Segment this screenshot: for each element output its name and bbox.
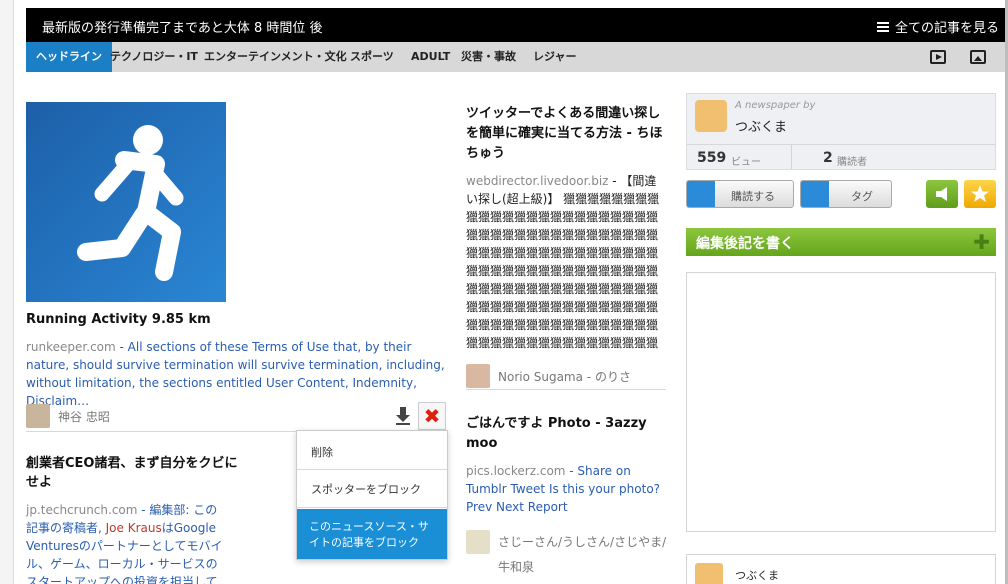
divider xyxy=(687,144,995,145)
tab-sports[interactable]: スポーツ xyxy=(350,42,394,72)
avatar[interactable] xyxy=(26,404,50,428)
views-label: ビュー xyxy=(731,157,761,168)
status-bar: 最新版の発行準備完了まであと大体 8 時間位 後 全ての記事を見る xyxy=(26,8,1008,42)
download-icon[interactable] xyxy=(396,407,410,425)
article-source[interactable]: jp.techcrunch.com xyxy=(26,503,137,517)
subscribe-button[interactable]: 購読する xyxy=(686,180,794,208)
tab-headline[interactable]: ヘッドライン xyxy=(26,42,112,72)
divider xyxy=(791,145,792,169)
article-title-ceo[interactable]: 創業者CEO諸君、まず自分をクビにせよ xyxy=(26,454,246,492)
author-name[interactable]: つぶくま xyxy=(735,116,787,135)
tab-technology[interactable]: テクノロジー・IT xyxy=(110,42,198,72)
category-nav: ヘッドライン テクノロジー・IT エンターテインメント・文化 スポーツ ADUL… xyxy=(26,42,1008,72)
article-source[interactable]: pics.lockerz.com xyxy=(466,464,565,478)
mail-icon xyxy=(687,181,715,207)
article-excerpt-twitter: webdirector.livedoor.biz - 【間違い探し(超上級)】 … xyxy=(466,172,666,352)
plus-icon: ✚ xyxy=(973,230,990,254)
article-source[interactable]: runkeeper.com xyxy=(26,340,116,354)
tab-entertainment[interactable]: エンターテインメント・文化 xyxy=(204,42,347,72)
article-excerpt-running: runkeeper.com - All sections of these Te… xyxy=(26,338,446,410)
views-count: 559 xyxy=(697,150,727,166)
menu-delete[interactable]: 削除 xyxy=(297,444,447,460)
divider xyxy=(297,469,447,470)
star-icon[interactable] xyxy=(964,180,996,208)
code-icon xyxy=(801,181,829,207)
spotter-row: さじーさん/うしさん/さじやま/牛和泉 xyxy=(466,530,676,580)
close-icon[interactable]: ✖ xyxy=(418,402,446,430)
article-excerpt-ceo: jp.techcrunch.com - 編集部: この記事の寄稿者, Joe K… xyxy=(26,501,226,584)
write-editor-note-button[interactable]: 編集後記を書く ✚ xyxy=(686,228,996,256)
list-icon xyxy=(876,21,889,32)
article-context-menu: 削除 スポッターをブロック このニュースソース・サイトの記事をブロック xyxy=(296,430,448,560)
author-name[interactable]: つぶくま xyxy=(735,567,779,583)
tab-adult[interactable]: ADULT xyxy=(411,42,450,72)
editor-note-label: 編集後記を書く xyxy=(696,236,794,252)
publish-countdown: 最新版の発行準備完了まであと大体 8 時間位 後 xyxy=(42,21,323,36)
article-title-twitter[interactable]: ツイッターでよくある間違い探しを簡単に確実に当てる方法 - ちほちゅう xyxy=(466,104,666,164)
article-excerpt-photo: pics.lockerz.com - Share on Tumblr Tweet… xyxy=(466,462,666,516)
article-author-link[interactable]: Joe Kraus xyxy=(106,521,162,535)
subscribe-label: 購読する xyxy=(731,190,775,203)
article-source[interactable]: webdirector.livedoor.biz xyxy=(466,174,608,188)
left-gutter xyxy=(0,0,14,584)
tag-button[interactable]: タグ xyxy=(800,180,892,208)
image-icon[interactable] xyxy=(970,50,986,64)
runner-icon xyxy=(77,125,184,281)
menu-block-spotter[interactable]: スポッターをブロック xyxy=(297,481,447,497)
all-articles-label: 全ての記事を見る xyxy=(894,21,999,36)
author-avatar[interactable] xyxy=(695,100,727,132)
avatar[interactable] xyxy=(466,530,490,554)
article-title-running[interactable]: Running Activity 9.85 km xyxy=(26,312,211,327)
tab-disaster[interactable]: 災害・事故 xyxy=(461,42,516,72)
newspaper-info-panel: A newspaper by つぶくま 559 ビュー 2 購読者 xyxy=(686,93,996,170)
page: 最新版の発行準備完了まであと大体 8 時間位 後 全ての記事を見る ヘッドライン… xyxy=(14,0,1008,584)
spotter-name[interactable]: さじーさん/うしさん/さじやま/牛和泉 xyxy=(498,530,676,580)
spotter-row: Norio Sugama - のりさ xyxy=(466,364,631,388)
ad-placeholder xyxy=(686,272,996,532)
article-text: - 【間違い探し(超上級)】 獵獵獵獵獵獵獵獵獵獵獵獵獵獵獵獵獵獵獵獵獵獵獵獵獵… xyxy=(466,174,660,350)
menu-block-source[interactable]: このニュースソース・サイトの記事をブロック xyxy=(297,509,447,559)
author-avatar[interactable] xyxy=(695,563,723,584)
tab-leisure[interactable]: レジャー xyxy=(533,42,576,72)
article-title-photo[interactable]: ごはんですよ Photo - 3azzy moo xyxy=(466,414,666,454)
tag-label: タグ xyxy=(851,190,873,203)
author-card: つぶくま xyxy=(686,554,996,584)
video-icon[interactable] xyxy=(930,50,946,64)
spotter-row: 神谷 忠昭 xyxy=(26,404,110,428)
divider xyxy=(297,507,447,508)
spotter-name[interactable]: 神谷 忠昭 xyxy=(58,408,110,425)
avatar[interactable] xyxy=(466,364,490,388)
all-articles-link[interactable]: 全ての記事を見る xyxy=(876,17,999,36)
subscribers-count: 2 xyxy=(823,150,833,166)
newspaper-by-label: A newspaper by xyxy=(735,100,816,111)
announce-icon[interactable] xyxy=(926,180,958,208)
spotter-name[interactable]: Norio Sugama - のりさ xyxy=(498,368,631,385)
subscribers-label: 購読者 xyxy=(837,157,867,168)
running-thumbnail[interactable] xyxy=(26,102,226,302)
divider xyxy=(466,389,666,390)
